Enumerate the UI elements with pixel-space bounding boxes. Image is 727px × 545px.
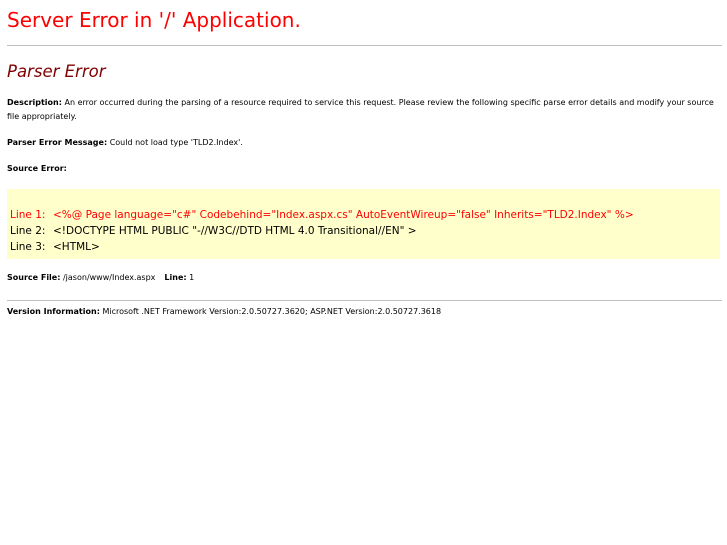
source-code-block: Line 1: <%@ Page language="c#" Codebehind… — [7, 189, 720, 259]
code-line-number: Line 2: — [10, 225, 46, 237]
description-paragraph: Description: An error occurred during th… — [7, 96, 719, 123]
source-error-label: Source Error: — [7, 164, 67, 173]
code-line-text: <HTML> — [53, 241, 100, 253]
code-line-1: Line 1: <%@ Page language="c#" Codebehind… — [10, 208, 634, 222]
version-information-label: Version Information: — [7, 307, 100, 316]
parser-error-message-text: Could not load type 'TLD2.Index'. — [109, 138, 243, 147]
error-heading: Parser Error — [7, 62, 106, 81]
source-line-value: 1 — [189, 273, 195, 282]
code-line-2: Line 2: <!DOCTYPE HTML PUBLIC "-//W3C//DT… — [10, 224, 417, 238]
error-page: Server Error in '/' Application. Parser … — [0, 0, 727, 545]
title-divider — [7, 45, 722, 46]
source-file-label: Source File: — [7, 273, 61, 282]
code-line-3: Line 3: <HTML> — [10, 240, 100, 254]
code-line-number: Line 3: — [10, 241, 46, 253]
description-label: Description: — [7, 98, 62, 107]
parser-error-message-label: Parser Error Message: — [7, 138, 108, 147]
page-title: Server Error in '/' Application. — [7, 8, 301, 32]
parser-error-message: Parser Error Message: Could not load typ… — [7, 136, 719, 150]
code-line-text: <%@ Page language="c#" Codebehind="Index… — [53, 209, 634, 221]
source-file-path: /jason/www/Index.aspx — [62, 273, 156, 282]
code-line-number: Line 1: — [10, 209, 46, 221]
source-file-info: Source File: /jason/www/Index.aspx Line: … — [7, 271, 719, 285]
code-line-text: <!DOCTYPE HTML PUBLIC "-//W3C//DTD HTML … — [53, 225, 417, 237]
version-divider — [7, 300, 722, 301]
source-line-label: Line: — [164, 273, 187, 282]
version-information-text: Microsoft .NET Framework Version:2.0.507… — [102, 307, 442, 316]
version-information: Version Information: Microsoft .NET Fram… — [7, 305, 719, 319]
description-text: An error occurred during the parsing of … — [7, 98, 714, 121]
source-error-heading: Source Error: — [7, 162, 719, 176]
